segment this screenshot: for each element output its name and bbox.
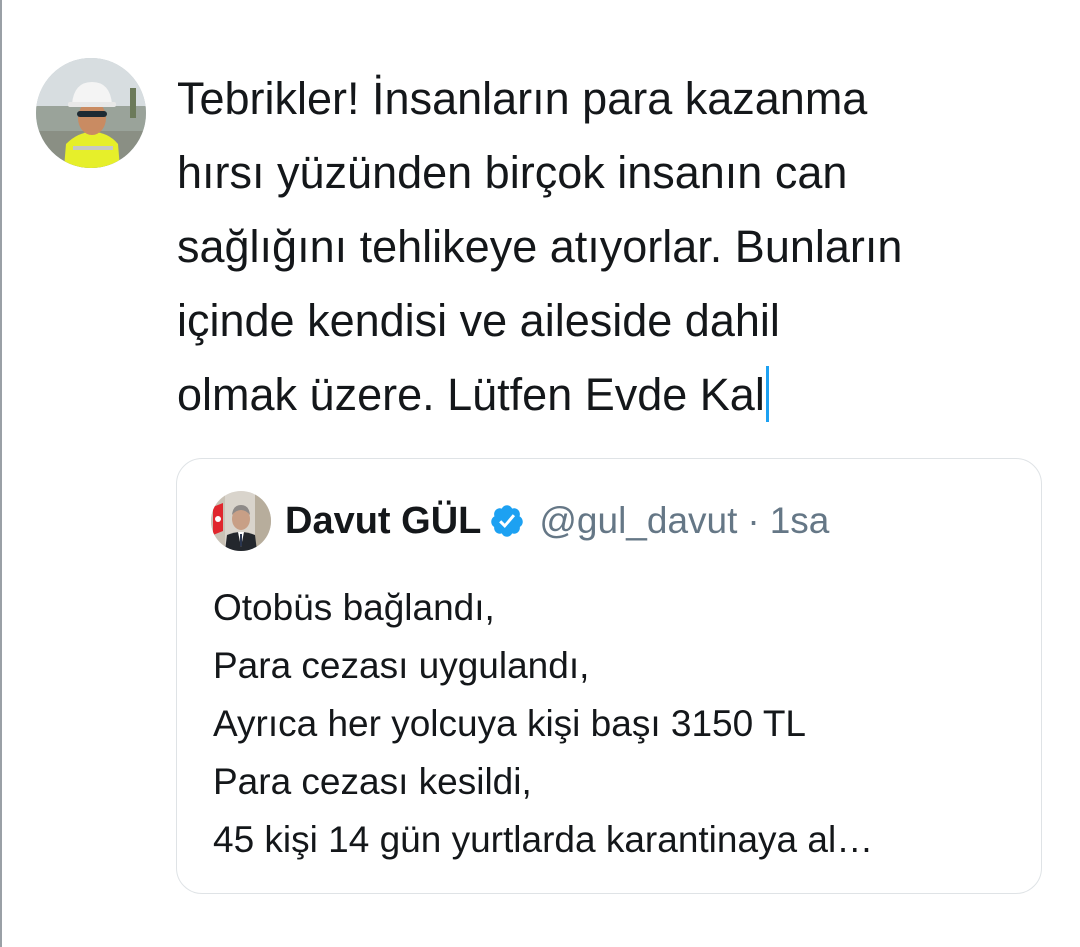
verified-badge-icon (489, 503, 525, 539)
tweet-compose-field[interactable]: Tebrikler! İnsanların para kazanma hırsı… (177, 62, 1057, 432)
quoted-author-photo (211, 491, 271, 551)
window-edge (0, 0, 2, 947)
quoted-tweet-line: Para cezası uygulandı, (213, 645, 590, 686)
tweet-compose-text: Tebrikler! İnsanların para kazanma hırsı… (177, 73, 903, 420)
text-caret (765, 366, 769, 422)
quoted-author-handle[interactable]: @gul_davut (539, 500, 737, 542)
quoted-tweet-line: Para cezası kesildi, (213, 761, 532, 802)
quoted-tweet-line: 45 kişi 14 gün yurtlarda karantinaya al… (213, 819, 874, 860)
quoted-tweet-line: Ayrıca her yolcuya kişi başı 3150 TL (213, 703, 806, 744)
quoted-tweet-body: Otobüs bağlandı, Para cezası uygulandı, … (213, 579, 1013, 869)
quoted-tweet-line: Otobüs bağlandı, (213, 587, 495, 628)
quoted-author-avatar[interactable] (211, 491, 271, 551)
quoted-tweet-header: Davut GÜL @gul_davut · 1sa (211, 491, 829, 551)
quoted-author-name[interactable]: Davut GÜL (285, 500, 481, 543)
header-separator: · (747, 500, 760, 541)
quoted-tweet-card[interactable]: Davut GÜL @gul_davut · 1sa Otobüs bağlan… (176, 458, 1042, 894)
quoted-tweet-time[interactable]: 1sa (770, 500, 830, 542)
profile-photo (36, 58, 146, 168)
user-avatar[interactable] (36, 58, 146, 168)
